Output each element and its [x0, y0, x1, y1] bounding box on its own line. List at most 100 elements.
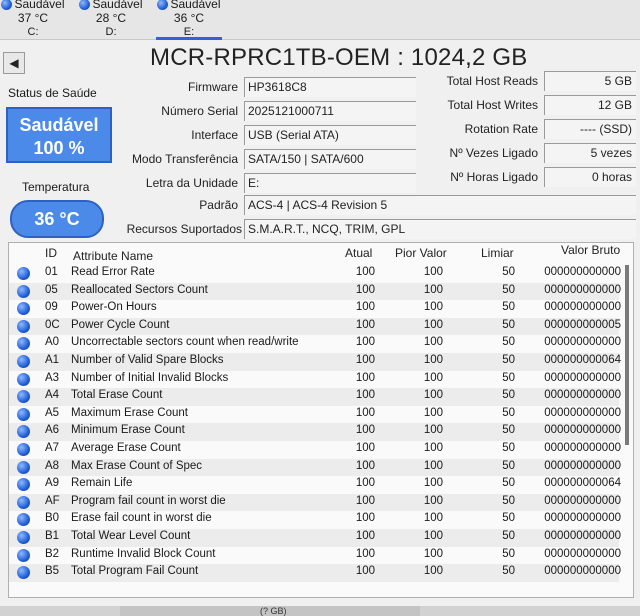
- table-row[interactable]: B5 Total Program Fail Count 100 100 50 000000…: [9, 564, 621, 582]
- health-label: Status de Saúde: [8, 86, 97, 100]
- bottom-hint: (? GB): [260, 606, 287, 616]
- drive-letter: E:: [183, 26, 195, 39]
- cell-limiar: 50: [502, 477, 515, 490]
- drive-tab-c[interactable]: Saudável 37 °C C:: [0, 0, 66, 40]
- cell-limiar: 50: [502, 354, 515, 366]
- cell-atual: 100: [355, 354, 375, 366]
- cell-limiar: 50: [502, 442, 515, 454]
- cell-attribute-name: Reallocated Sectors Count: [71, 283, 208, 296]
- cell-atual: 100: [355, 512, 375, 525]
- cell-id: A6: [45, 424, 60, 437]
- power-hours-value: 0 horas: [544, 167, 636, 187]
- drive-status: Saudável: [170, 0, 221, 11]
- cell-pior: 100: [423, 442, 443, 454]
- col-header-name[interactable]: Attribute Name: [73, 249, 153, 263]
- table-row[interactable]: A0 Uncorrectable sectors count when read/…: [9, 335, 621, 353]
- drive-tab-e[interactable]: Saudável 36 °C E:: [156, 0, 222, 40]
- cell-raw: 000000000000: [544, 442, 621, 454]
- standard-value: ACS-4 | ACS-4 Revision 5: [244, 195, 636, 215]
- table-row[interactable]: A9 Remain Life 100 100 50 000000000064: [9, 476, 621, 494]
- drive-letter: C:: [27, 26, 39, 39]
- cell-limiar: 50: [502, 494, 515, 507]
- table-row[interactable]: A4 Total Erase Count 100 100 50 000000000000: [9, 388, 621, 406]
- power-hours-label: Nº Horas Ligado: [450, 170, 538, 184]
- cell-atual: 100: [355, 459, 375, 472]
- cell-pior: 100: [423, 494, 443, 507]
- cell-id: A0: [45, 336, 60, 349]
- table-row[interactable]: 0C Power Cycle Count 100 100 50 000000000005: [9, 317, 621, 336]
- cell-raw: 000000000000: [544, 336, 621, 349]
- col-header-limiar[interactable]: Limiar: [481, 246, 514, 260]
- cell-pior: 100: [423, 424, 443, 437]
- table-row[interactable]: A1 Number of Valid Spare Blocks 100 100 50 00…: [9, 353, 621, 371]
- table-scrollbar[interactable]: [625, 265, 629, 445]
- table-row[interactable]: B1 Total Wear Level Count 100 100 50 00000000…: [9, 529, 621, 547]
- cell-pior: 100: [423, 389, 443, 402]
- cell-pior: 100: [423, 459, 443, 472]
- cell-pior: 100: [423, 336, 443, 349]
- cell-limiar: 50: [502, 459, 515, 472]
- triangle-left-icon: ◀: [9, 56, 19, 70]
- cell-id: B5: [45, 565, 60, 578]
- cell-pior: 100: [423, 371, 443, 384]
- cell-attribute-name: Uncorrectable sectors count when read/wr…: [71, 336, 299, 349]
- firmware-value: HP3618C8: [244, 77, 416, 97]
- table-row[interactable]: B0 Erase fail count in worst die 100 100 50 0…: [9, 511, 621, 529]
- serial-label: Número Serial: [161, 104, 238, 118]
- table-row[interactable]: A5 Maximum Erase Count 100 100 50 00000000000…: [9, 406, 621, 424]
- cell-pior: 100: [423, 318, 443, 331]
- cell-id: A7: [45, 442, 60, 454]
- health-status-badge[interactable]: Saudável 100 %: [6, 107, 112, 163]
- cell-id: B1: [45, 530, 60, 542]
- previous-drive-button[interactable]: ◀: [3, 52, 25, 74]
- cell-pior: 100: [423, 547, 443, 560]
- status-dot-icon: [17, 267, 30, 280]
- rotation-label: Rotation Rate: [464, 122, 538, 136]
- smart-attributes-table[interactable]: ID Attribute Name Atual Pior Valor Limia…: [8, 242, 634, 598]
- bottom-tab: (? GB): [120, 606, 420, 616]
- health-dot-icon: [79, 0, 91, 11]
- cell-attribute-name: Power Cycle Count: [71, 318, 170, 331]
- status-dot-icon: [17, 495, 30, 509]
- cell-id: 05: [45, 283, 58, 296]
- cell-id: A8: [45, 459, 60, 472]
- cell-id: A1: [45, 354, 60, 366]
- cell-atual: 100: [355, 424, 375, 437]
- health-dot-icon: [157, 0, 169, 11]
- disk-title: MCR-RPRC1TB-OEM : 1024,2 GB: [150, 44, 528, 71]
- features-label: Recursos Suportados: [126, 222, 242, 236]
- host-reads-value: 5 GB: [544, 71, 636, 91]
- table-row[interactable]: A6 Minimum Erase Count 100 100 50 00000000000…: [9, 423, 621, 441]
- table-row[interactable]: 09 Power-On Hours 100 100 50 000000000000: [9, 300, 621, 318]
- cell-raw: 000000000000: [544, 266, 621, 278]
- drive-tab-d[interactable]: Saudável 28 °C D:: [78, 0, 144, 40]
- col-header-raw[interactable]: Valor Bruto: [561, 243, 620, 257]
- cell-limiar: 50: [502, 283, 515, 296]
- table-row[interactable]: 05 Reallocated Sectors Count 100 100 50 00000…: [9, 282, 621, 301]
- status-dot-icon: [17, 548, 30, 562]
- table-row[interactable]: AF Program fail count in worst die 100 100 5…: [9, 493, 621, 512]
- transfer-label: Modo Transferência: [131, 152, 238, 166]
- host-writes-value: 12 GB: [544, 95, 636, 115]
- cell-raw: 000000000064: [544, 477, 621, 490]
- col-header-id[interactable]: ID: [45, 246, 57, 260]
- temperature-badge[interactable]: 36 °C: [10, 200, 104, 238]
- table-row[interactable]: B2 Runtime Invalid Block Count 100 100 50 000…: [9, 547, 621, 565]
- table-row[interactable]: 01 Read Error Rate 100 100 50 000000000000: [9, 265, 621, 283]
- cell-pior: 100: [423, 266, 443, 278]
- cell-id: A5: [45, 406, 60, 419]
- cell-raw: 000000000000: [544, 406, 621, 419]
- table-row[interactable]: A3 Number of Initial Invalid Blocks 100 100…: [9, 371, 621, 389]
- interface-label: Interface: [191, 128, 238, 142]
- cell-limiar: 50: [502, 389, 515, 402]
- status-dot-icon: [17, 355, 30, 368]
- table-row[interactable]: A7 Average Erase Count 100 100 50 00000000000…: [9, 441, 621, 459]
- cell-raw: 000000000000: [544, 283, 621, 296]
- drive-letter: D:: [105, 26, 117, 39]
- col-header-pior[interactable]: Pior Valor: [395, 246, 447, 260]
- col-header-atual[interactable]: Atual: [345, 246, 372, 260]
- cell-atual: 100: [355, 406, 375, 419]
- table-row[interactable]: A8 Max Erase Count of Spec 100 100 50 0000000…: [9, 458, 621, 477]
- status-dot-icon: [17, 390, 30, 404]
- host-reads-label: Total Host Reads: [446, 74, 538, 88]
